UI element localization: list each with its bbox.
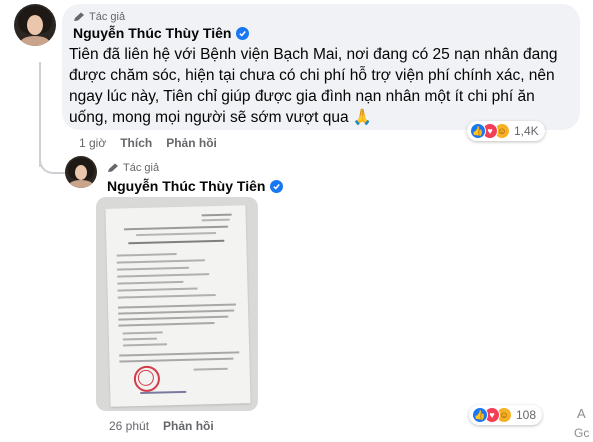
comment-actions: 1 giờ Thích Phản hồi: [79, 136, 217, 150]
comment-line: ngay lúc này, Tiên chỉ giúp được gia đìn…: [69, 88, 535, 105]
doc-line: [201, 218, 230, 222]
doc-line: [117, 287, 198, 292]
edge-text-top: A: [577, 406, 586, 421]
avatar-face: [75, 165, 87, 180]
signature-line: [140, 390, 187, 395]
doc-line: [116, 259, 205, 264]
author-avatar[interactable]: [14, 4, 56, 46]
edge-text-bottom: Gc: [574, 426, 590, 440]
reply-author-name-text[interactable]: Nguyễn Thúc Thùy Tiên: [107, 178, 265, 194]
pen-icon: [74, 12, 84, 21]
doc-line: [128, 239, 225, 245]
avatar-face: [27, 15, 43, 35]
doc-line: [122, 331, 163, 335]
doc-line: [116, 253, 177, 257]
like-icon: 👍: [472, 407, 488, 423]
comment-text: Tiên đã liên hệ với Bệnh viện Bạch Mai, …: [69, 44, 579, 128]
author-name[interactable]: Nguyễn Thúc Thùy Tiên: [73, 25, 250, 41]
avatar-shoulder: [20, 36, 50, 46]
author-name-text[interactable]: Nguyễn Thúc Thùy Tiên: [73, 25, 231, 41]
doc-line: [116, 266, 190, 271]
reply-reply-button[interactable]: Phản hồi: [163, 419, 214, 433]
doc-line: [118, 315, 229, 321]
doc-line: [117, 280, 184, 285]
reaction-summary[interactable]: 👍 ♥ ☺ 1,4K: [467, 121, 545, 141]
avatar-shoulder: [69, 180, 93, 188]
doc-line: [117, 294, 216, 299]
pen-icon: [108, 163, 118, 172]
reaction-count: 1,4K: [514, 124, 539, 138]
reply-actions: 26 phút Phản hồi: [109, 419, 214, 433]
like-button[interactable]: Thích: [120, 136, 152, 150]
comment-line: Tiên đã liên hệ với Bệnh viện Bạch Mai, …: [69, 46, 558, 63]
doc-line: [122, 337, 157, 341]
verified-icon: [270, 179, 284, 193]
reply-author-badge: Tác giả: [107, 162, 159, 174]
document-photo[interactable]: [96, 197, 258, 411]
document-paper: [105, 205, 251, 407]
doc-line: [122, 343, 168, 347]
doc-line: [193, 367, 228, 371]
doc-line: [136, 231, 217, 237]
doc-line: [117, 273, 210, 278]
reply-author-avatar[interactable]: [65, 156, 97, 188]
doc-line: [119, 357, 234, 363]
doc-line: [123, 225, 228, 231]
reply-time[interactable]: 26 phút: [109, 419, 149, 433]
doc-line: [119, 351, 240, 357]
like-icon: 👍: [470, 123, 486, 139]
thread-connector: [39, 140, 65, 174]
reply-author-name[interactable]: Nguyễn Thúc Thùy Tiên: [107, 178, 284, 194]
verified-icon: [236, 26, 250, 40]
doc-line: [117, 303, 237, 309]
reply-reaction-summary[interactable]: 👍 ♥ ☺ 108: [469, 405, 543, 425]
doc-line: [118, 309, 235, 315]
comment-line: được chăm sóc, hiện tại chưa có chi phí …: [69, 67, 555, 84]
doc-line: [118, 322, 215, 327]
reply-badge-label: Tác giả: [123, 162, 160, 174]
author-badge-label: Tác giả: [89, 11, 126, 23]
comment-time[interactable]: 1 giờ: [79, 136, 106, 150]
author-badge: Tác giả: [73, 11, 125, 23]
reply-reaction-count: 108: [516, 408, 537, 422]
doc-line: [201, 213, 232, 217]
reply-button[interactable]: Phản hồi: [166, 136, 217, 150]
